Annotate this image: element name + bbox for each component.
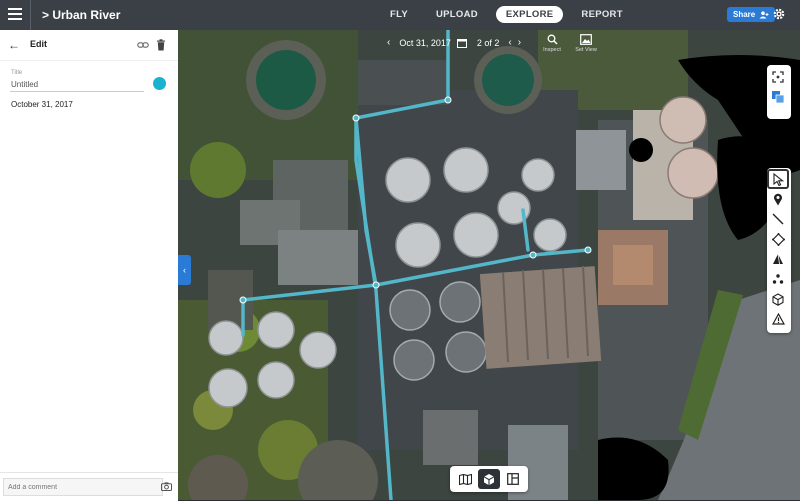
- line-icon[interactable]: [767, 209, 789, 229]
- capture-date[interactable]: Oct 31, 2017: [399, 38, 451, 48]
- calendar-icon[interactable]: [456, 38, 467, 48]
- project-title[interactable]: > Urban River: [42, 8, 120, 22]
- gear-icon[interactable]: [772, 7, 786, 21]
- map-view-icon[interactable]: [454, 469, 476, 489]
- share-button[interactable]: Share: [727, 7, 776, 22]
- share-label: Share: [733, 10, 756, 19]
- volume-icon[interactable]: [767, 249, 789, 269]
- location-pin-icon[interactable]: [767, 189, 789, 209]
- expand-icon[interactable]: [767, 67, 789, 87]
- drawing-tools: [767, 168, 791, 333]
- inspect-tool[interactable]: Inspect: [538, 34, 566, 53]
- back-arrow-icon[interactable]: ←: [8, 38, 20, 52]
- set-view-label: Set View: [575, 47, 597, 53]
- camera-icon[interactable]: [161, 482, 172, 491]
- edit-panel: ← Edit Title October 31, 2017: [0, 30, 179, 501]
- 3d-box-icon[interactable]: [767, 289, 789, 309]
- comment-bar: [0, 472, 178, 501]
- previous-dataset-icon[interactable]: ‹: [505, 37, 514, 48]
- polygon-icon[interactable]: [767, 229, 789, 249]
- collapse-panel-button[interactable]: ‹: [178, 255, 191, 285]
- link-icon[interactable]: [137, 39, 149, 51]
- menu-icon[interactable]: [6, 5, 24, 23]
- points-icon[interactable]: [767, 269, 789, 289]
- next-dataset-icon[interactable]: ›: [515, 37, 524, 48]
- title-field-label: Title: [11, 70, 23, 76]
- 3d-view-icon[interactable]: [478, 469, 500, 489]
- image-icon: [580, 34, 592, 45]
- panel-title: Edit: [30, 39, 47, 49]
- tab-upload[interactable]: UPLOAD: [426, 6, 488, 23]
- top-bar: > Urban River FLY UPLOAD EXPLORE REPORT …: [0, 0, 800, 30]
- magnifier-icon: [547, 34, 558, 45]
- tab-explore[interactable]: EXPLORE: [495, 6, 564, 23]
- divider: [30, 0, 31, 30]
- view-switcher: [450, 466, 528, 492]
- title-input[interactable]: [10, 77, 144, 92]
- tab-fly[interactable]: FLY: [380, 6, 418, 23]
- map-view-tools: [767, 65, 791, 119]
- aerial-map[interactable]: [178, 30, 800, 500]
- trash-icon[interactable]: [156, 39, 166, 51]
- set-view-tool[interactable]: Set View: [572, 34, 600, 53]
- date-navigator: ‹ Oct 31, 2017 2 of 2 ‹ ›: [384, 37, 524, 48]
- panel-header: ← Edit: [0, 30, 178, 61]
- layers-icon[interactable]: [767, 87, 789, 107]
- pointer-icon[interactable]: [767, 169, 789, 189]
- add-user-icon: [759, 10, 769, 18]
- split-view-icon[interactable]: [502, 469, 524, 489]
- main-nav: FLY UPLOAD EXPLORE REPORT: [380, 6, 641, 23]
- comment-input[interactable]: [3, 478, 163, 496]
- inspect-label: Inspect: [543, 47, 561, 53]
- previous-date-icon[interactable]: ‹: [384, 37, 393, 48]
- annotation-date: October 31, 2017: [11, 100, 73, 109]
- color-picker[interactable]: [153, 77, 166, 90]
- aerial-imagery: [178, 30, 800, 500]
- warning-triangle-icon[interactable]: [767, 309, 789, 329]
- tab-report[interactable]: REPORT: [571, 6, 632, 23]
- dataset-page: 2 of 2: [476, 37, 500, 48]
